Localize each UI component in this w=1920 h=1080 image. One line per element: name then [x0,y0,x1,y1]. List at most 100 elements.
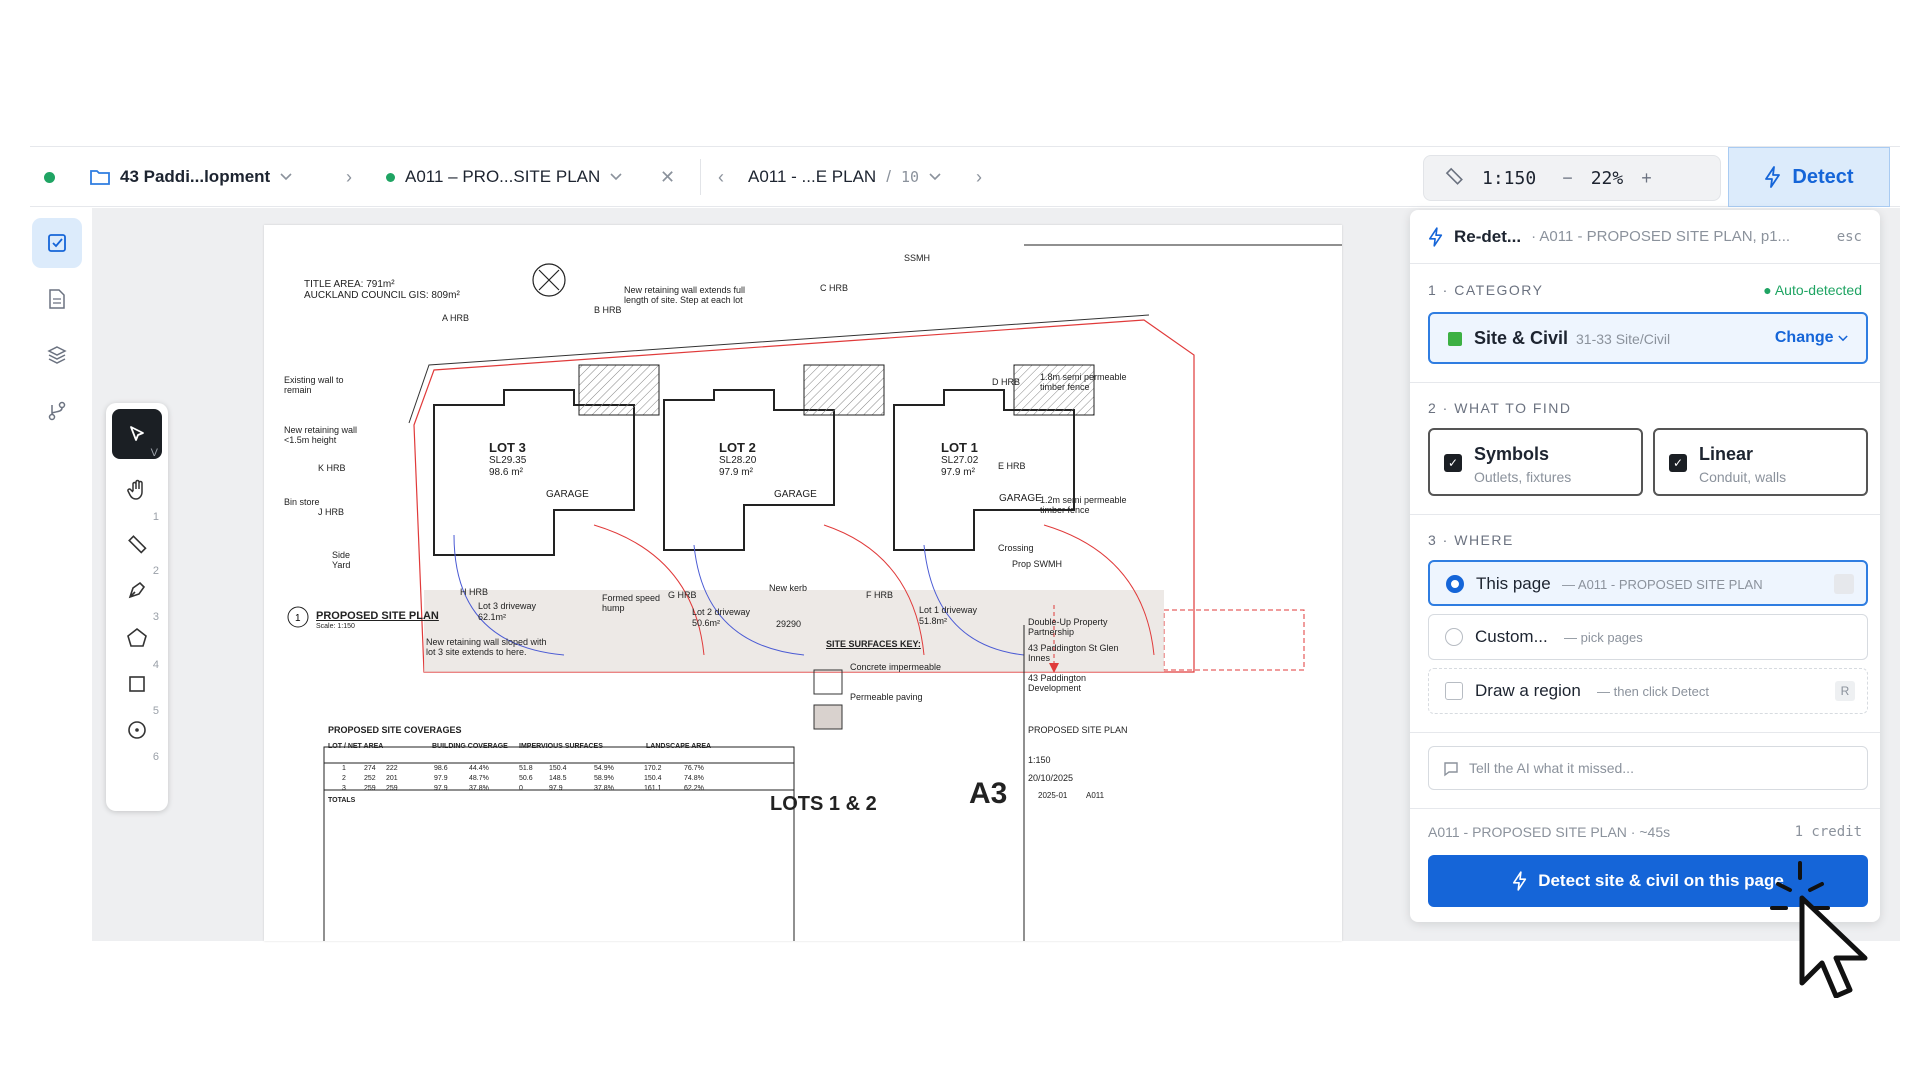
square-icon [129,676,145,692]
feedback-input[interactable]: Tell the AI what it missed... [1428,746,1868,790]
auto-detected-badge: ● Auto-detected [1763,282,1862,298]
cursor-icon [130,426,144,441]
coverage-cell: 62.2% [684,785,704,792]
coverage-cell: 150.4 [644,775,662,782]
ruler-icon[interactable] [1444,166,1464,191]
sheet-selector[interactable]: A011 – PRO...SITE PLAN [386,147,622,207]
page-count: 10 [900,168,919,186]
scale-block: 1:150 [1028,755,1051,765]
overall-dimension: 29290 [776,619,802,629]
change-category-button[interactable]: Change [1775,329,1848,347]
pen-icon [128,581,146,599]
lightning-icon [1428,226,1443,247]
close-sheet-button[interactable]: ✕ [660,147,675,207]
lot1-driveway-area: 51.8m² [919,616,948,626]
hrb-b-label: B HRB [594,305,622,315]
lot3-driveway-area: 62.1m² [478,612,507,622]
chevron-right-icon: › [346,166,352,187]
left-rail [30,208,92,941]
category-code: 31-33 Site/Civil [1576,331,1671,347]
this-page-sub: — A011 - PROPOSED SITE PLAN [1562,577,1763,592]
coverage-cell: 37.8% [469,785,489,792]
project-selector[interactable]: 43 Paddi...lopment [90,147,292,207]
select-tool[interactable]: V [112,409,162,459]
markup-tool[interactable]: 3 [112,565,162,623]
auto-detected-text: Auto-detected [1774,282,1862,298]
coverage-cell: 201 [386,775,398,782]
polygon-tool[interactable]: 4 [112,613,162,671]
panel-header: Re-det... · A011 - PROPOSED SITE PLAN, p… [1410,210,1880,264]
region-shortcut: R [1835,681,1855,701]
drawing-sheet: 1 TITLE AREA: 791m² AUCKLAND COUNCIL GIS… [264,225,1342,941]
key-title: SITE SURFACES KEY: [826,639,921,649]
symbols-option[interactable]: ✓ Symbols Outlets, fixtures [1428,428,1643,496]
radio-icon [1445,628,1463,646]
key-permeable: Permeable paving [850,692,923,702]
prev-page-button[interactable]: ‹ [718,147,724,207]
detect-panel: Re-det... · A011 - PROPOSED SITE PLAN, p… [1410,210,1880,922]
lot3-garage: GARAGE [546,489,589,500]
page-name: A011 - ...E PLAN [748,167,877,186]
zoom-out-button[interactable]: − [1562,168,1573,189]
draw-region-option[interactable]: Draw a region — then click Detect R [1428,668,1868,714]
coverage-totals: TOTALS [328,797,356,804]
measure-tool[interactable]: 2 [112,519,162,577]
lot3-sl: SL29.35 [489,455,527,466]
title-area-note: TITLE AREA: 791m² [304,279,395,290]
where-label: 3 · WHERE [1428,532,1514,548]
sheet-name: A011 – PRO...SITE PLAN [405,167,601,186]
plan-scale: Scale: 1:150 [316,623,355,630]
chevron-down-icon [929,173,941,181]
plan-title: PROPOSED SITE PLAN [316,610,439,622]
divider [1410,808,1880,809]
hrb-c-label: C HRB [820,283,849,293]
category-name: Site & Civil [1474,328,1569,348]
fence-note-2: 1.2m semi permeable timber fence [1040,495,1127,515]
divider [700,159,701,195]
detect-button[interactable]: Detect [1728,147,1890,207]
zoom-in-button[interactable]: + [1641,168,1652,189]
site-address: 43 Paddington St Glen Innes [1028,643,1119,663]
coverage-cell: 44.4% [469,765,489,772]
key-concrete: Concrete impermeable [850,662,942,672]
chevron-down-icon [1838,335,1848,342]
custom-pages-option[interactable]: Custom... — pick pages [1428,614,1868,660]
divider [1410,732,1880,733]
branch-nav[interactable] [32,386,82,436]
rectangle-tool[interactable]: 5 [112,659,162,717]
lightning-icon [1765,166,1781,188]
checklist-nav[interactable] [32,218,82,268]
category-card[interactable]: Site & Civil 31-33 Site/Civil Change [1428,312,1868,364]
linear-option[interactable]: ✓ Linear Conduit, walls [1653,428,1868,496]
hrb-g-label: G HRB [668,590,697,600]
chevron-down-icon [280,173,292,181]
branch-icon [48,401,66,421]
documents-nav[interactable] [32,274,82,324]
coverage-cell: 76.7% [684,765,704,772]
lot2-driveway: Lot 2 driveway [692,607,751,617]
lot1-sl: SL27.02 [941,455,979,466]
pan-tool[interactable]: 1 [112,465,162,523]
layers-nav[interactable] [32,330,82,380]
new-retaining-note: New retaining wall <1.5m height [284,425,358,445]
hrb-a-label: A HRB [442,313,470,323]
sloped-wall-note: New retaining wall sloped with lot 3 sit… [426,637,547,657]
page-selector[interactable]: A011 - ...E PLAN / 10 [748,147,941,207]
svg-text:1: 1 [295,613,301,624]
this-page-option[interactable]: This page — A011 - PROPOSED SITE PLAN [1428,560,1868,606]
category-label: 1 · CATEGORY [1428,282,1544,298]
pentagon-icon [127,627,147,647]
coverage-cell: 1 [342,765,346,772]
region-sub: — then click Detect [1597,684,1709,699]
hand-icon [127,479,143,500]
point-tool[interactable]: 6 [112,705,162,763]
coverage-cell: 37.8% [594,785,614,792]
crossing-label: Crossing [998,543,1034,553]
project-name: 43 Paddi...lopment [120,167,271,186]
esc-hint[interactable]: esc [1837,229,1862,245]
next-page-button[interactable]: › [976,147,982,207]
scale-value[interactable]: 1:150 [1482,168,1536,189]
coverage-cell: 274 [364,765,376,772]
mouse-cursor-icon [1770,861,1868,998]
coverage-cell: 148.5 [549,775,567,782]
